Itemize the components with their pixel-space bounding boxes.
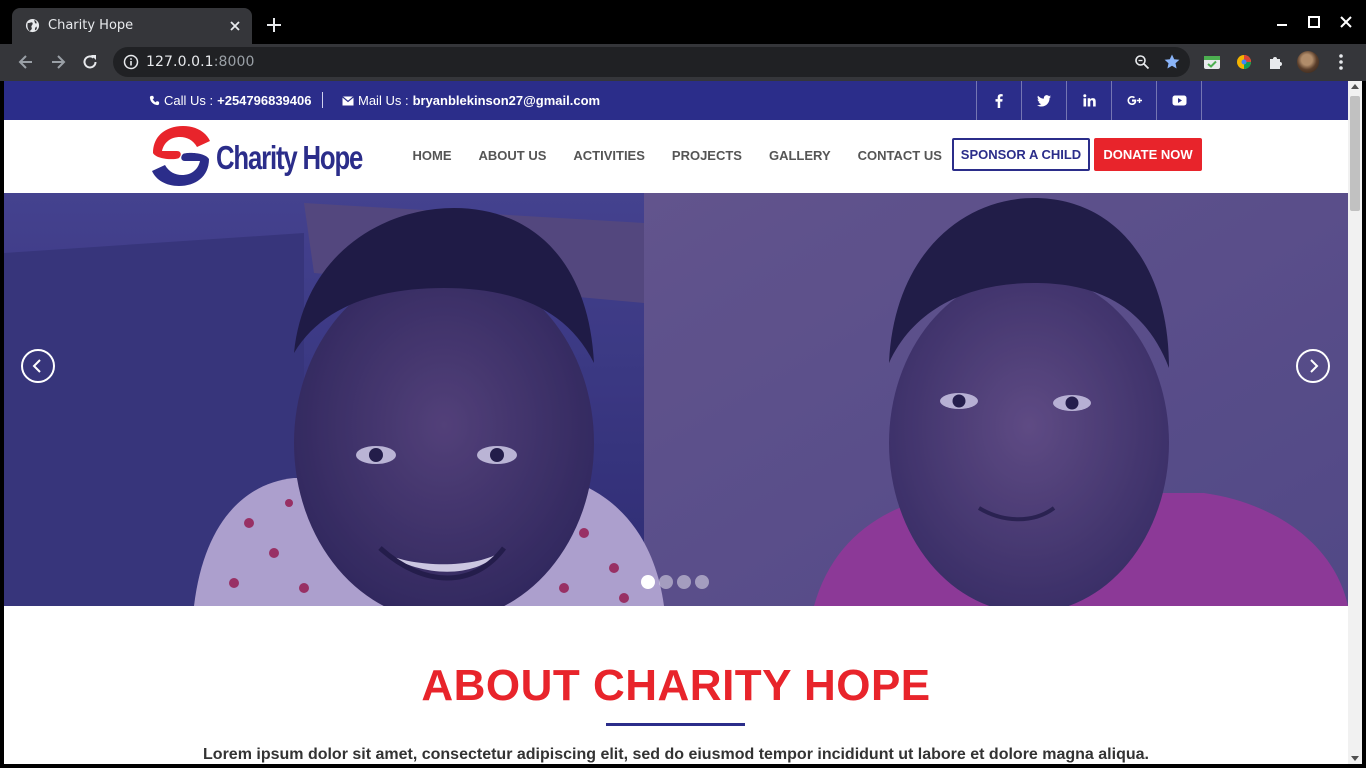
nav-contact-us[interactable]: CONTACT US [844,148,955,163]
tab-title: Charity Hope [48,18,134,33]
close-window-icon[interactable] [1338,14,1354,30]
extension-calendar-icon[interactable] [1202,52,1222,72]
envelope-icon [342,95,354,105]
donate-now-button[interactable]: DONATE NOW [1094,138,1202,171]
new-tab-icon[interactable] [264,15,284,35]
logo-text: Charity Hope [216,139,363,176]
nav-projects[interactable]: PROJECTS [658,148,755,163]
google-plus-link[interactable] [1112,81,1157,120]
twitter-link[interactable] [1022,81,1067,120]
email-address: bryanblekinson27@gmail.com [412,93,601,108]
charity-hope-logo-icon [152,126,210,186]
scroll-up-arrow-icon[interactable] [1351,84,1359,89]
profile-avatar[interactable] [1297,51,1319,73]
main-nav: HOME ABOUT US ACTIVITIES PROJECTS GALLER… [399,148,955,163]
sponsor-a-child-button[interactable]: SPONSOR A CHILD [952,138,1090,171]
hero-photo-two-children [4,193,1348,606]
slider-next-button[interactable] [1296,349,1330,383]
bookmark-star-icon[interactable] [1163,53,1181,71]
youtube-icon [1172,95,1186,106]
chevron-right-icon [1310,359,1319,373]
about-divider [606,723,745,726]
about-heading: ABOUT CHARITY HOPE [421,661,931,710]
twitter-icon [1037,94,1051,106]
url-port: :8000 [213,54,255,70]
chevron-left-icon [32,359,41,373]
slider-dots [641,575,709,589]
site-info-icon[interactable] [123,54,139,70]
contact-divider [322,92,323,108]
close-tab-icon[interactable] [226,17,244,35]
scroll-down-arrow-icon[interactable] [1351,756,1359,761]
extensions-puzzle-icon[interactable] [1266,52,1286,72]
social-links [976,81,1202,120]
minimize-icon[interactable] [1274,14,1290,30]
slider-dot-3[interactable] [677,575,691,589]
linkedin-icon [1082,94,1096,107]
youtube-link[interactable] [1157,81,1202,120]
contact-topbar: Call Us : +254796839406 Mail Us : bryanb… [4,81,1348,120]
google-plus-icon [1127,96,1142,105]
globe-icon [25,18,40,33]
facebook-icon [995,93,1003,108]
call-label: Call Us : [164,93,214,108]
page-viewport: Call Us : +254796839406 Mail Us : bryanb… [4,81,1348,764]
about-paragraph: Lorem ipsum dolor sit amet, consectetur … [203,746,1149,763]
maximize-icon[interactable] [1306,14,1322,30]
nav-home[interactable]: HOME [399,148,465,163]
hero-slider [4,193,1348,606]
slider-dot-2[interactable] [659,575,673,589]
page-scrollbar[interactable] [1348,81,1362,764]
back-icon[interactable] [16,52,36,72]
linkedin-link[interactable] [1067,81,1112,120]
scrollbar-thumb[interactable] [1350,96,1360,211]
browser-menu-icon[interactable] [1333,52,1349,72]
nav-gallery[interactable]: GALLERY [755,148,844,163]
facebook-link[interactable] [977,81,1022,120]
mail-label: Mail Us : [358,93,409,108]
nav-activities[interactable]: ACTIVITIES [560,148,659,163]
extension-color-icon[interactable] [1234,52,1254,72]
browser-tab-strip: Charity Hope [0,0,1366,44]
phone-icon [149,95,160,106]
nav-about-us[interactable]: ABOUT US [465,148,560,163]
address-bar[interactable]: 127.0.0.1:8000 [113,47,1190,77]
reload-icon[interactable] [80,52,100,72]
site-logo[interactable]: Charity Hope [149,125,363,187]
browser-tab[interactable]: Charity Hope [12,8,252,44]
slider-prev-button[interactable] [21,349,55,383]
slider-dot-4[interactable] [695,575,709,589]
phone-number: +254796839406 [217,93,312,108]
slider-dot-1[interactable] [641,575,655,589]
url-host: 127.0.0.1 [146,54,214,70]
mail-us[interactable]: Mail Us : bryanblekinson27@gmail.com [342,93,600,108]
zoom-icon[interactable] [1134,54,1150,70]
browser-toolbar: 127.0.0.1:8000 [0,44,1366,81]
forward-icon[interactable] [48,52,68,72]
call-us[interactable]: Call Us : +254796839406 [149,93,311,108]
site-header: Charity Hope HOME ABOUT US ACTIVITIES PR… [4,120,1348,193]
url-text: 127.0.0.1:8000 [146,54,255,70]
